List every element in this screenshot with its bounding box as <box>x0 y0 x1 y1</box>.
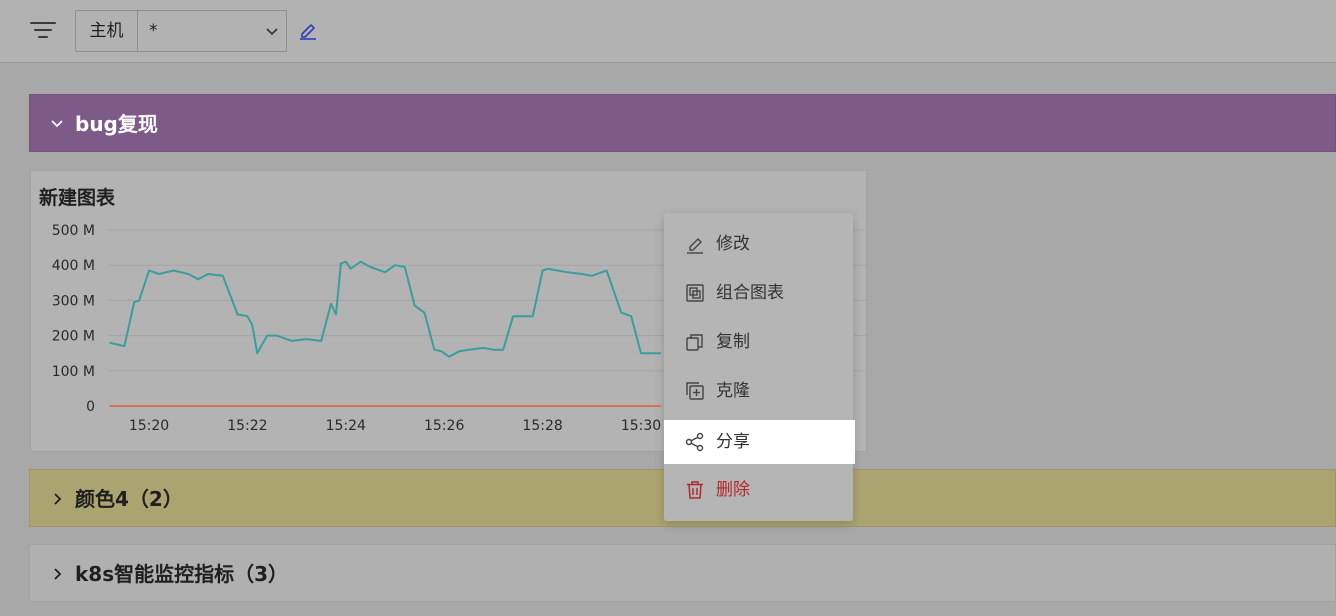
x-tick-label: 15:22 <box>227 418 267 434</box>
x-tick-label: 15:20 <box>129 418 169 434</box>
y-tick-label: 300 M <box>52 293 95 309</box>
menu-item-label: 复制 <box>716 332 750 352</box>
variable-value[interactable]: * <box>149 11 158 51</box>
delete-icon <box>687 481 703 499</box>
menu-item-share[interactable]: 分享 <box>664 420 855 464</box>
menu-item-delete[interactable]: 删除 <box>664 468 853 512</box>
row-title: 颜色4（2） <box>75 487 183 511</box>
y-tick-label: 400 M <box>52 258 95 274</box>
chevron-down-icon[interactable] <box>50 117 64 131</box>
menu-item-copy[interactable]: 复制 <box>664 320 853 364</box>
menu-item-label: 克隆 <box>716 381 750 401</box>
y-tick-label: 0 <box>86 399 95 415</box>
filter-icon[interactable] <box>30 19 56 41</box>
menu-item-label: 分享 <box>716 432 750 452</box>
x-tick-label: 15:30 <box>621 418 661 434</box>
row-header-expanded[interactable]: bug复现 <box>29 94 1336 152</box>
menu-item-label: 修改 <box>716 234 750 254</box>
x-tick-label: 15:24 <box>326 418 366 434</box>
chevron-down-icon[interactable] <box>265 24 279 38</box>
row-title: k8s智能监控指标（3） <box>75 562 289 586</box>
y-tick-label: 500 M <box>52 223 95 239</box>
top-toolbar: 主机 * <box>0 0 1336 63</box>
share-icon <box>685 432 704 452</box>
chevron-right-icon[interactable] <box>50 567 64 581</box>
menu-item-edit[interactable]: 修改 <box>664 222 853 266</box>
menu-item-clone[interactable]: 克隆 <box>664 369 853 413</box>
row-title: bug复现 <box>75 112 158 136</box>
panel-context-menu: 修改 组合图表 复制 克隆 分享 删除 <box>664 213 855 521</box>
clone-icon <box>686 382 704 400</box>
x-tick-label: 15:26 <box>424 418 464 434</box>
series-line-0 <box>109 260 661 358</box>
menu-item-combine-chart[interactable]: 组合图表 <box>664 271 853 315</box>
y-tick-label: 200 M <box>52 329 95 345</box>
menu-item-label: 组合图表 <box>716 283 784 303</box>
combine-chart-icon <box>686 284 704 302</box>
menu-item-label: 删除 <box>716 480 750 500</box>
x-tick-label: 15:28 <box>522 418 562 434</box>
row-header-collapsed[interactable]: k8s智能监控指标（3） <box>29 544 1336 602</box>
edit-icon <box>687 238 703 254</box>
y-tick-label: 100 M <box>52 364 95 380</box>
edit-variable-icon[interactable] <box>298 20 318 40</box>
chevron-right-icon[interactable] <box>50 492 64 506</box>
variable-selector[interactable]: 主机 * <box>75 10 287 52</box>
variable-label: 主机 <box>76 11 138 51</box>
copy-icon <box>686 334 703 351</box>
